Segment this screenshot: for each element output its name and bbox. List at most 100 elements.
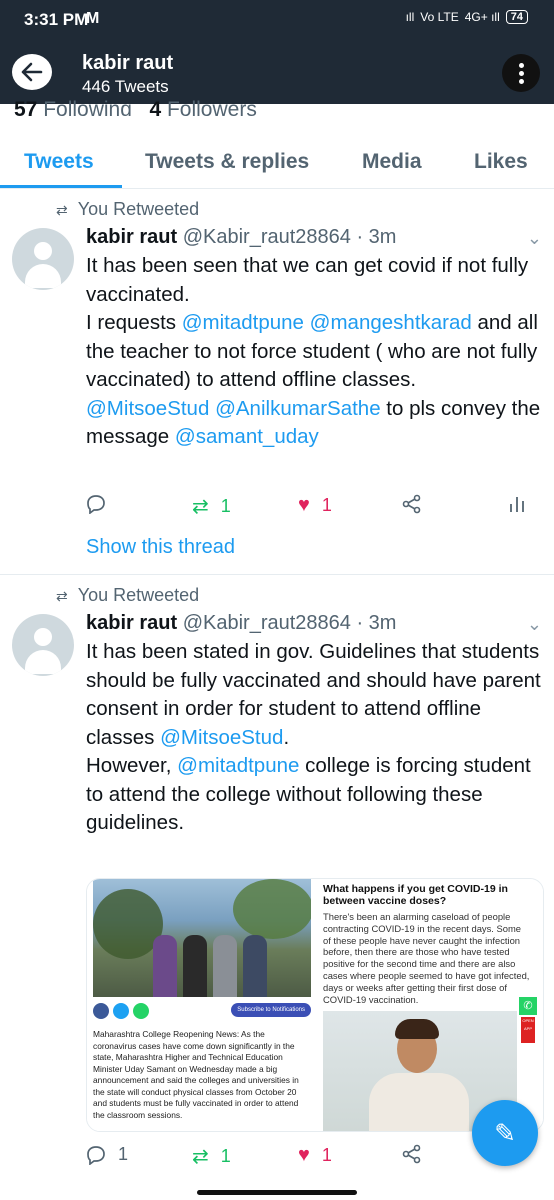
author-name[interactable]: kabir raut [86, 612, 177, 634]
students-walking-photo [93, 879, 311, 997]
photo-person-shape [243, 935, 267, 997]
media-image-left[interactable]: Subscribe to Notifications Maharashtra C… [87, 879, 311, 1131]
profile-tabs: Tweets Tweets & replies Media Likes [0, 138, 554, 189]
photo-person-shape [183, 935, 207, 997]
tweet-header: kabir raut @Kabir_raut28864 · 3m [86, 226, 396, 249]
tweet-text-part: It has been seen that we can get covid i… [86, 254, 529, 306]
analytics-button[interactable] [508, 494, 526, 514]
retweet-small-icon: ⇄ [56, 588, 68, 604]
mention-link[interactable]: @mitadtpune [182, 311, 304, 334]
tweet-text: It has been stated in gov. Guidelines th… [86, 638, 542, 838]
retweet-small-icon: ⇄ [56, 202, 68, 218]
tab-media[interactable]: Media [362, 150, 422, 174]
tab-likes[interactable]: Likes [474, 150, 528, 174]
news-headline: What happens if you get COVID-19 in betw… [323, 883, 508, 907]
back-button[interactable] [12, 54, 52, 90]
following-label[interactable]: Following [43, 98, 132, 116]
mention-link[interactable]: @MitsoeStud [160, 726, 283, 749]
app-notification-icon: M [86, 10, 100, 27]
avatar-head-shape [34, 628, 52, 646]
tab-tweets-replies[interactable]: Tweets & replies [145, 150, 309, 174]
photo-hair-shape [395, 1019, 439, 1039]
retweet-button[interactable]: ⇄ 1 [192, 1144, 231, 1169]
retweet-button[interactable]: ⇄ 1 [192, 494, 231, 519]
show-thread-link[interactable]: Show this thread [86, 536, 235, 559]
heart-filled-icon: ♥ [298, 494, 310, 516]
avatar-body-shape [25, 264, 61, 288]
retweet-indicator: ⇄ You Retweeted [56, 199, 199, 220]
avatar-body-shape [25, 650, 61, 674]
tweet-media[interactable]: Subscribe to Notifications Maharashtra C… [86, 878, 544, 1132]
tweet-text-part: I requests [86, 311, 182, 334]
following-count[interactable]: 57 [14, 98, 37, 116]
share-icon [402, 1144, 421, 1164]
retweet-count: 1 [220, 496, 231, 516]
news-share-bar: Subscribe to Notifications [93, 1003, 311, 1023]
media-image-right[interactable]: What happens if you get COVID-19 in betw… [317, 879, 543, 1131]
facebook-icon [93, 1003, 109, 1019]
analytics-icon [510, 497, 524, 512]
heart-filled-icon: ♥ [298, 1144, 310, 1166]
tab-tweets[interactable]: Tweets [24, 150, 94, 174]
tweet-actions: 1 ⇄ 1 ♥ 1 [86, 1144, 536, 1174]
tweet-divider [0, 574, 554, 575]
compose-tweet-button[interactable]: ✎ [472, 1100, 538, 1166]
like-button[interactable]: ♥ 1 [298, 1144, 332, 1167]
more-dot-icon [518, 78, 524, 84]
system-nav-bar [0, 1184, 554, 1200]
retweet-label: You Retweeted [77, 585, 200, 605]
tweet-text-part: However, [86, 754, 178, 777]
share-button[interactable] [402, 494, 422, 514]
share-button[interactable] [402, 1144, 422, 1164]
compose-feather-icon: ✎ [494, 1117, 516, 1148]
reply-button[interactable] [86, 494, 118, 514]
more-options-button[interactable] [502, 54, 540, 92]
tweet-text-part: . [283, 725, 290, 749]
photo-tree-shape [233, 879, 311, 939]
news-article-text: Maharashtra College Reopening News: As t… [93, 1029, 299, 1120]
mention-link[interactable]: @mitadtpune [177, 754, 299, 777]
battery-icon: 74 [505, 10, 528, 24]
mention-link[interactable]: @MitsoeStud [86, 397, 209, 420]
photo-person-shape [153, 935, 177, 997]
mention-link[interactable]: @mangeshtkarad [310, 311, 472, 334]
tweet-text: It has been seen that we can get covid i… [86, 252, 542, 452]
retweet-icon: ⇄ [192, 496, 209, 518]
twitter-icon [113, 1003, 129, 1019]
back-arrow-icon [21, 62, 43, 82]
author-handle-time: @Kabir_raut28864 · 3m [182, 226, 397, 248]
reply-button[interactable]: 1 [86, 1144, 128, 1165]
tweet-menu-caret-icon[interactable]: ⌄ [527, 228, 542, 249]
whatsapp-icon: ✆ [519, 997, 537, 1015]
avatar[interactable] [12, 614, 74, 676]
follow-stats: 57 Following 4 Followers [14, 94, 257, 116]
status-bar: 3:31 PM M ıll Vo LTE 4G+ ıll 74 [0, 0, 554, 40]
avatar[interactable] [12, 228, 74, 290]
tweet-menu-caret-icon[interactable]: ⌄ [527, 614, 542, 635]
retweet-icon: ⇄ [192, 1146, 209, 1168]
author-handle-time: @Kabir_raut28864 · 3m [182, 612, 397, 634]
status-time: 3:31 PM [24, 10, 89, 29]
home-gesture-pill[interactable] [197, 1190, 357, 1195]
avatar-head-shape [34, 242, 52, 260]
followers-count[interactable]: 4 [149, 98, 161, 116]
photo-person-shape [213, 935, 237, 997]
tweet-header: kabir raut @Kabir_raut28864 · 3m [86, 612, 396, 635]
author-name[interactable]: kabir raut [86, 226, 177, 248]
more-dot-icon [518, 70, 524, 76]
reply-count: 1 [118, 1144, 129, 1164]
followers-label[interactable]: Followers [167, 98, 257, 116]
photo-shirt-shape [369, 1073, 469, 1131]
like-button[interactable]: ♥ 1 [298, 494, 332, 517]
retweet-indicator: ⇄ You Retweeted [56, 585, 199, 606]
reply-icon [87, 1145, 105, 1165]
profile-name: kabir raut [82, 52, 174, 74]
whatsapp-icon [133, 1003, 149, 1019]
share-icon [402, 494, 421, 514]
tweet-actions: ⇄ 1 ♥ 1 [86, 494, 536, 524]
mention-link[interactable]: @AnilkumarSathe [215, 397, 381, 420]
retweet-label: You Retweeted [77, 199, 200, 219]
mention-link[interactable]: @samant_uday [175, 425, 319, 448]
status-icons: ıll Vo LTE 4G+ ıll 74 [406, 10, 528, 24]
open-app-badge: OPEN APP [521, 1017, 535, 1043]
